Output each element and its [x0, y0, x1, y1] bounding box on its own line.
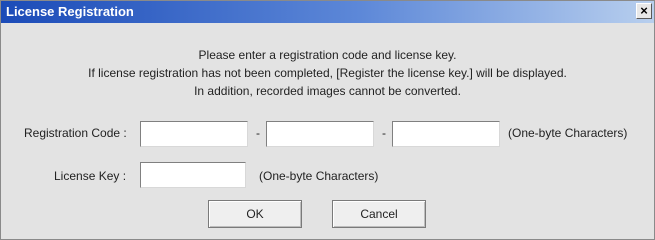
license-key-label: License Key : — [54, 169, 127, 183]
registration-code-separator-1: - — [256, 126, 260, 140]
instruction-line-3: In addition, recorded images cannot be c… — [194, 84, 461, 98]
license-registration-dialog: License Registration × Please enter a re… — [0, 0, 655, 240]
registration-code-part-2-input[interactable] — [266, 121, 374, 147]
title-bar[interactable]: License Registration × — [1, 1, 654, 23]
cancel-button[interactable]: Cancel — [332, 200, 426, 228]
registration-code-part-1-input[interactable] — [140, 121, 248, 147]
registration-code-hint: (One-byte Characters) — [508, 126, 628, 140]
dialog-title: License Registration — [6, 4, 134, 19]
license-key-hint: (One-byte Characters) — [259, 169, 379, 183]
registration-code-part-3-input[interactable] — [392, 121, 500, 147]
instruction-line-2: If license registration has not been com… — [88, 66, 567, 80]
ok-button[interactable]: OK — [208, 200, 302, 228]
registration-code-label: Registration Code : — [24, 126, 127, 140]
close-button[interactable]: × — [636, 3, 652, 19]
close-icon: × — [640, 3, 648, 18]
license-key-input[interactable] — [140, 162, 246, 188]
instruction-line-1: Please enter a registration code and lic… — [198, 48, 457, 62]
registration-code-separator-2: - — [382, 126, 386, 140]
